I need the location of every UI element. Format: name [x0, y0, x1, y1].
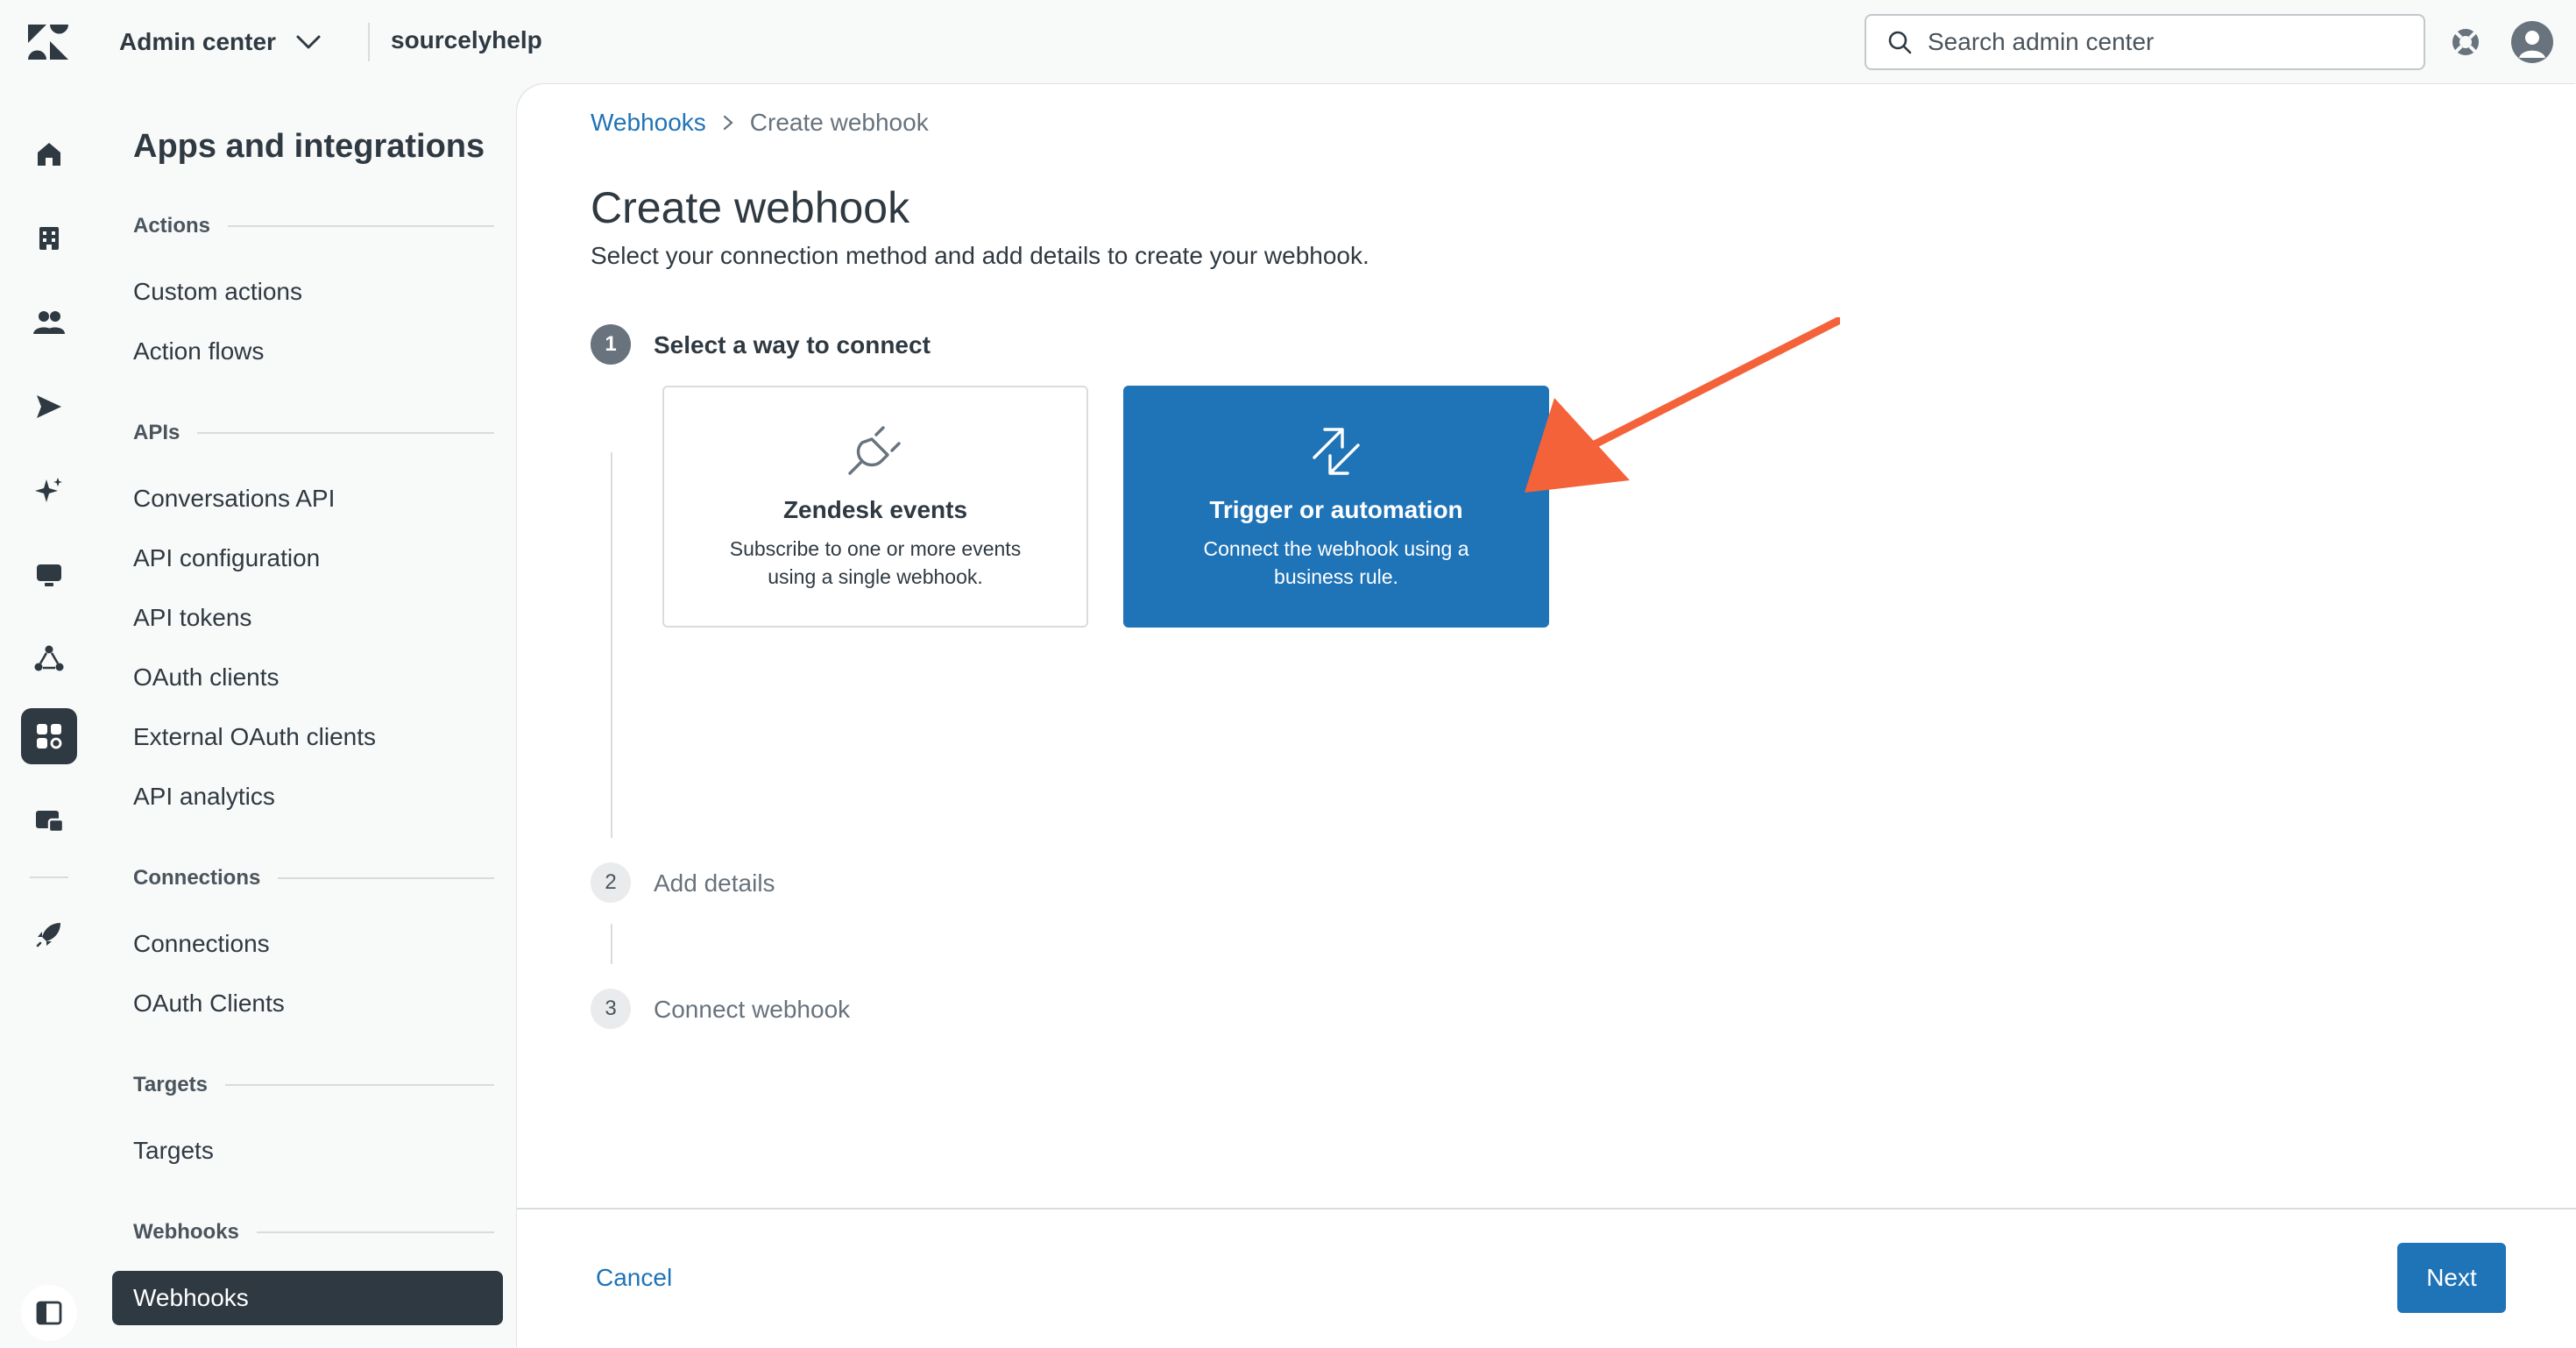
sidebar-toggle-icon [36, 1301, 62, 1325]
subnav-title: Apps and integrations [133, 128, 485, 165]
step-2-label: Add details [654, 869, 775, 897]
rail-objects-rules[interactable] [21, 631, 77, 687]
main-panel: Webhooks Create webhook Create webhook S… [517, 84, 2576, 1348]
footer-divider [517, 1208, 2576, 1210]
rocket-icon [36, 923, 60, 947]
option-title: Zendesk events [782, 496, 968, 523]
section-divider [197, 432, 494, 434]
nav-item-conversations-api[interactable]: Conversations API [112, 472, 503, 526]
plug-icon [848, 426, 901, 475]
search-input[interactable] [1928, 28, 2401, 56]
stepper-connector [611, 452, 612, 838]
apps-integrations-icon [37, 724, 62, 749]
rail-people[interactable] [21, 294, 77, 351]
page-subtitle: Select your connection method and add de… [591, 242, 1369, 269]
rail-account-billing[interactable] [21, 792, 77, 848]
nav-item-oauth-clients[interactable]: OAuth clients [112, 650, 503, 705]
nav-section-connections: Connections [133, 866, 494, 890]
section-heading: Webhooks [133, 1220, 239, 1244]
section-heading: Targets [133, 1073, 208, 1096]
rail-channels[interactable] [21, 379, 77, 435]
account-name: sourcelyhelp [391, 26, 542, 53]
user-avatar-icon[interactable] [2511, 21, 2553, 63]
arrows-exchange-icon [1313, 428, 1360, 475]
breadcrumb-current: Create webhook [749, 109, 929, 136]
rail-home[interactable] [21, 126, 77, 182]
nav-item-api-tokens[interactable]: API tokens [112, 591, 503, 645]
option-description: Connect the webhook using a business rul… [1203, 537, 1469, 588]
step-3-indicator: 3 [591, 989, 631, 1029]
option-zendesk-events[interactable]: Zendesk events Subscribe to one or more … [662, 386, 1088, 628]
nav-section-webhooks: Webhooks [133, 1220, 494, 1245]
nav-item-targets[interactable]: Targets [112, 1124, 503, 1178]
workspaces-monitor-icon [37, 564, 61, 586]
nav-item-webhooks[interactable]: Webhooks [112, 1271, 503, 1325]
search-box[interactable] [1865, 14, 2425, 70]
nav-item-custom-actions[interactable]: Custom actions [112, 265, 503, 319]
product-rail [0, 84, 98, 1348]
option-description: Subscribe to one or more events using a … [729, 537, 1022, 588]
section-divider [228, 225, 494, 227]
step-1-indicator: 1 [591, 324, 631, 365]
building-icon [39, 227, 59, 250]
product-switcher[interactable]: Admin center [119, 23, 322, 61]
option-trigger-or-automation[interactable]: Trigger or automation Connect the webhoo… [1123, 386, 1549, 628]
stepper-connector [611, 924, 612, 964]
option-title: Trigger or automation [1209, 496, 1463, 523]
sidebar-toggle-button[interactable] [21, 1285, 77, 1341]
rail-workspaces[interactable] [21, 547, 77, 603]
step-2-indicator: 2 [591, 862, 631, 903]
nav-item-oauth-clients-connections[interactable]: OAuth Clients [112, 976, 503, 1031]
nav-section-apis: APIs [133, 421, 494, 445]
step-3-label: Connect webhook [654, 996, 851, 1023]
cancel-button[interactable]: Cancel [596, 1264, 672, 1292]
nav-section-targets: Targets [133, 1073, 494, 1097]
nav-item-connections[interactable]: Connections [112, 917, 503, 971]
objects-rules-icon [34, 645, 64, 671]
lifebuoy-icon[interactable] [2450, 26, 2481, 58]
ai-sparkle-icon [35, 478, 62, 502]
step-1-label: Select a way to connect [654, 331, 931, 358]
topbar-divider [368, 23, 370, 61]
account-billing-icon [36, 811, 65, 834]
rail-divider [30, 876, 68, 878]
chevron-right-icon [723, 115, 733, 131]
product-name: Admin center [119, 28, 276, 55]
annotation-arrow-icon [1525, 317, 1840, 493]
section-divider [256, 1231, 494, 1233]
channels-send-icon [37, 395, 61, 418]
section-heading: Actions [133, 214, 211, 238]
chevron-down-icon [296, 35, 321, 49]
nav-section-actions: Actions [133, 214, 494, 238]
section-divider [224, 1084, 494, 1086]
secondary-nav: Apps and integrations Actions Custom act… [98, 84, 517, 1348]
page-title: Create webhook [591, 183, 910, 232]
zendesk-logo-icon[interactable] [28, 25, 68, 60]
section-heading: APIs [133, 421, 180, 444]
home-icon [38, 143, 60, 166]
nav-item-api-configuration[interactable]: API configuration [112, 531, 503, 585]
rail-getting-started[interactable] [21, 906, 77, 962]
rail-apps-integrations[interactable] [21, 708, 77, 764]
rail-ai[interactable] [21, 463, 77, 519]
person-icon [2519, 31, 2545, 58]
section-heading: Connections [133, 866, 261, 890]
nav-item-api-analytics[interactable]: API analytics [112, 770, 503, 824]
breadcrumb-webhooks-link[interactable]: Webhooks [591, 109, 706, 137]
rail-account[interactable] [21, 210, 77, 266]
people-icon [33, 311, 65, 334]
section-divider [278, 877, 494, 879]
nav-item-action-flows[interactable]: Action flows [112, 324, 503, 379]
next-button[interactable]: Next [2397, 1243, 2506, 1313]
search-icon [1888, 31, 1912, 54]
top-bar: Admin center sourcelyhelp [0, 0, 2576, 84]
nav-item-external-oauth-clients[interactable]: External OAuth clients [112, 710, 503, 764]
breadcrumb: Webhooks Create webhook [591, 109, 929, 137]
